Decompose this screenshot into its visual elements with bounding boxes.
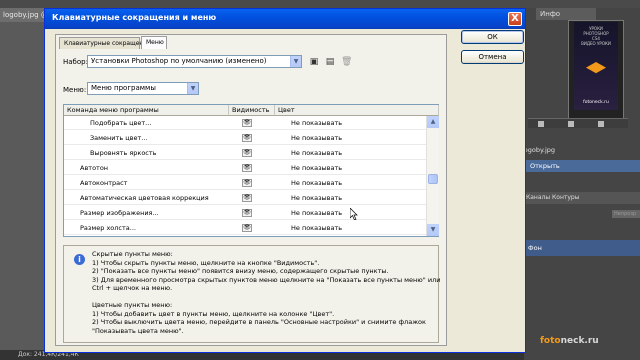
menu-color-value[interactable]: Не показывать <box>291 206 342 220</box>
visibility-eye-icon[interactable]: 👁 <box>242 194 252 202</box>
visibility-eye-icon[interactable]: 👁 <box>242 119 252 127</box>
visibility-eye-icon[interactable]: 👁 <box>242 209 252 217</box>
watermark: fotoneck.ru <box>540 336 599 346</box>
menu-commands-table: Команда меню программы Видимость Цвет По… <box>63 104 439 237</box>
dialog-title: Клавиатурные сокращения и меню <box>52 13 217 22</box>
history-snapshot[interactable]: logoby.jpg <box>522 146 555 154</box>
visibility-eye-icon[interactable]: 👁 <box>242 149 252 157</box>
column-header-visibility[interactable]: Видимость <box>229 105 275 116</box>
menu-command-name: Заменить цвет... <box>90 134 148 142</box>
poster-site: fotoneck.ru <box>583 100 609 105</box>
info-line: 1) Чтобы добавить цвет в пункты меню, ще… <box>92 309 335 318</box>
menu-color-value[interactable]: Не показывать <box>291 116 342 130</box>
cancel-button[interactable]: Отмена <box>461 50 524 64</box>
menu-color-value[interactable]: Не показывать <box>291 176 342 190</box>
menu-for-value: Меню программы <box>91 84 156 92</box>
history-state-open[interactable]: Открыть <box>524 160 640 172</box>
scroll-down-icon[interactable]: ▼ <box>427 224 439 236</box>
table-row[interactable]: Выровнять яркость 👁 Не показывать <box>64 146 426 160</box>
column-header-color[interactable]: Цвет <box>275 105 439 116</box>
table-row[interactable]: Автотон 👁 Не показывать <box>64 161 426 175</box>
table-row[interactable]: Заменить цвет... 👁 Не показывать <box>64 131 426 145</box>
menu-color-value[interactable]: Не показывать <box>291 191 342 205</box>
table-row[interactable]: Размер холста... 👁 Не показывать <box>64 221 426 235</box>
mouse-cursor-icon <box>350 208 358 220</box>
history-icon[interactable] <box>598 121 604 127</box>
ok-button[interactable]: ОК <box>461 30 524 44</box>
history-toolbar <box>528 118 628 128</box>
menu-command-name: Подобрать цвет... <box>90 119 152 127</box>
menu-color-value[interactable]: Не показывать <box>291 146 342 160</box>
table-row[interactable]: Автоконтраст 👁 Не показывать <box>64 176 426 190</box>
info-icon: i <box>74 254 85 265</box>
delete-set-icon[interactable]: 🗑 <box>341 57 352 67</box>
layer-row[interactable]: Фон <box>524 240 640 256</box>
column-header-command[interactable]: Команда меню программы <box>64 105 229 116</box>
scroll-thumb[interactable] <box>428 174 438 184</box>
chevron-down-icon[interactable]: ▼ <box>187 83 198 94</box>
menu-command-name: Выровнять яркость <box>90 149 157 157</box>
tab-keyboard-shortcuts[interactable]: Клавиатурные сокращения <box>59 37 151 49</box>
poster-line: ВИДЕО УРОКИ <box>581 41 611 46</box>
table-row[interactable]: Подобрать цвет... 👁 Не показывать <box>64 116 426 130</box>
info-line: Ctrl + щелчок на меню. <box>92 284 173 292</box>
opacity-label: Непрозр <box>612 210 640 218</box>
menu-command-name: Автоконтраст <box>80 179 128 187</box>
watermark-part: foto <box>540 336 561 346</box>
info-box: i Скрытые пункты меню: 1) Чтобы скрыть пу… <box>63 245 441 343</box>
vertical-scrollbar[interactable]: ▲ ▼ <box>426 116 439 236</box>
keyboard-shortcuts-dialog: Клавиатурные сокращения и меню X Клавиат… <box>44 8 526 353</box>
visibility-eye-icon[interactable]: 👁 <box>242 224 252 232</box>
info-line: 2) Чтобы выключить цвета меню, перейдите… <box>92 318 426 326</box>
dialog-titlebar[interactable]: Клавиатурные сокращения и меню X <box>45 9 525 29</box>
menu-for-label: Меню: <box>63 86 87 94</box>
menu-color-value[interactable]: Не показывать <box>291 161 342 175</box>
info-line: 2) "Показать все пункты меню" появится в… <box>92 267 389 275</box>
menu-command-name: Размер изображения... <box>80 209 159 217</box>
chevron-down-icon[interactable]: ▼ <box>290 56 301 67</box>
menu-command-name: Размер холста... <box>80 224 136 232</box>
info-line: Цветные пункты меню: <box>92 301 173 309</box>
visibility-eye-icon[interactable]: 👁 <box>242 179 252 187</box>
watermark-part: neck.ru <box>560 336 599 346</box>
save-set-icon[interactable]: ▣ <box>309 57 319 67</box>
info-line: 1) Чтобы скрыть пункты меню, щелкните на… <box>92 258 320 267</box>
scroll-up-icon[interactable]: ▲ <box>427 116 439 128</box>
menu-color-value[interactable]: Не показывать <box>291 221 342 235</box>
visibility-eye-icon[interactable]: 👁 <box>242 164 252 172</box>
poster-image: УРОКИ PHOTOSHOP CS4 ВИДЕО УРОКИ fotoneck… <box>574 22 618 110</box>
set-select[interactable]: Установки Photoshop по умолчанию (измене… <box>87 55 302 68</box>
set-select-value: Установки Photoshop по умолчанию (измене… <box>91 57 267 65</box>
history-icon[interactable] <box>568 121 574 127</box>
history-icon[interactable] <box>538 121 544 127</box>
menu-color-value[interactable]: Не показывать <box>291 131 342 145</box>
table-row[interactable]: Размер изображения... 👁 Не показывать <box>64 206 426 220</box>
layers-panel-tabs[interactable]: Каналы Контуры <box>524 192 640 204</box>
set-label: Набор: <box>63 58 88 66</box>
info-panel-tab[interactable]: Инфо <box>536 8 596 20</box>
menu-command-name: Автоматическая цветовая коррекция <box>80 194 209 202</box>
tab-menus[interactable]: Меню <box>141 36 167 49</box>
menu-command-name: Автотон <box>80 164 109 172</box>
menu-for-select[interactable]: Меню программы ▼ <box>87 82 199 95</box>
table-row[interactable]: Автоматическая цветовая коррекция 👁 Не пок… <box>64 191 426 205</box>
close-button[interactable]: X <box>508 12 522 26</box>
visibility-eye-icon[interactable]: 👁 <box>242 134 252 142</box>
graduation-cap-icon <box>586 62 606 74</box>
info-line: Скрытые пункты меню: <box>92 250 173 258</box>
app-menubar <box>0 0 640 8</box>
save-as-set-icon[interactable]: ▤ <box>325 57 335 67</box>
info-line: "Показывать цвета меню". <box>92 326 184 335</box>
info-line: 3) Для временного просмотра скрытых пунк… <box>92 275 441 284</box>
